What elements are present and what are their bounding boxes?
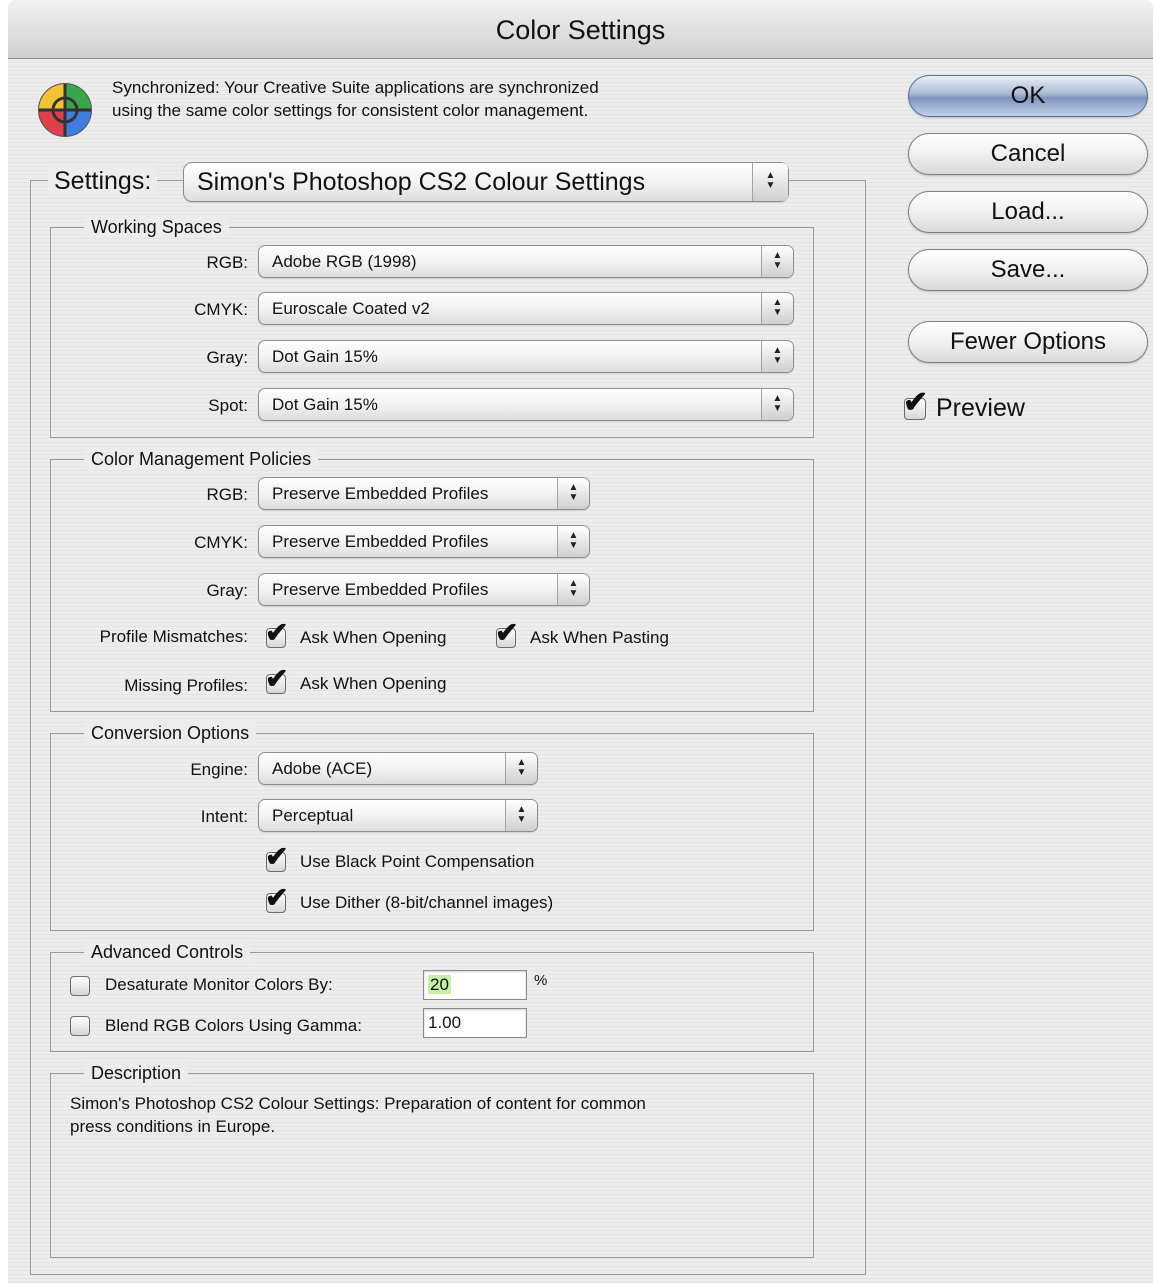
checkmark-icon: ✔ bbox=[903, 386, 929, 419]
policy-cmyk-value: Preserve Embedded Profiles bbox=[272, 532, 489, 551]
ask-when-pasting-label: Ask When Pasting bbox=[530, 628, 669, 647]
blend-gamma-input[interactable]: 1.00 bbox=[423, 1008, 527, 1038]
arrow-down-icon: ▼ bbox=[765, 180, 776, 191]
desaturate-label: Desaturate Monitor Colors By: bbox=[105, 975, 333, 994]
percent-unit: % bbox=[534, 972, 548, 989]
popup-arrows-icon: ▲ ▼ bbox=[505, 800, 537, 831]
black-point-label: Use Black Point Compensation bbox=[300, 852, 535, 871]
fewer-options-button[interactable]: Fewer Options bbox=[908, 321, 1148, 363]
policy-gray-value: Preserve Embedded Profiles bbox=[272, 580, 489, 599]
arrow-down-icon: ▼ bbox=[772, 355, 783, 366]
blend-gamma-checkbox[interactable] bbox=[70, 1016, 90, 1036]
load-button[interactable]: Load... bbox=[908, 191, 1148, 233]
color-wheel-icon bbox=[38, 83, 92, 137]
ask-when-opening-checkbox[interactable]: ✔ bbox=[265, 617, 288, 648]
description-legend: Description bbox=[84, 1062, 189, 1084]
settings-value: Simon's Photoshop CS2 Colour Settings bbox=[197, 168, 646, 196]
popup-arrows-icon: ▲ ▼ bbox=[505, 753, 537, 784]
window-title: Color Settings bbox=[8, 0, 1153, 59]
ws-rgb-label: RGB: bbox=[206, 253, 248, 272]
ask-when-pasting-checkbox[interactable]: ✔ bbox=[495, 617, 518, 648]
engine-popup[interactable]: Adobe (ACE) ▲ ▼ bbox=[258, 752, 538, 785]
popup-arrows-icon: ▲ ▼ bbox=[557, 574, 589, 605]
engine-label: Engine: bbox=[190, 760, 248, 779]
checkmark-icon: ✔ bbox=[265, 617, 289, 648]
arrow-down-icon: ▼ bbox=[772, 260, 783, 271]
intent-popup[interactable]: Perceptual ▲ ▼ bbox=[258, 799, 538, 832]
intent-label: Intent: bbox=[200, 807, 248, 826]
intent-value: Perceptual bbox=[272, 806, 354, 825]
conversion-legend: Conversion Options bbox=[84, 722, 257, 744]
checkmark-icon: ✔ bbox=[265, 663, 289, 694]
ws-spot-label: Spot: bbox=[208, 396, 248, 415]
desaturate-value: 20 bbox=[428, 975, 451, 994]
description-line1: Simon's Photoshop CS2 Colour Settings: P… bbox=[70, 1094, 646, 1113]
popup-arrows-icon: ▲ ▼ bbox=[761, 341, 793, 372]
arrow-down-icon: ▼ bbox=[568, 492, 579, 503]
missing-ask-when-opening-label: Ask When Opening bbox=[300, 674, 447, 693]
policy-rgb-label: RGB: bbox=[206, 485, 248, 504]
ws-gray-value: Dot Gain 15% bbox=[272, 347, 378, 366]
sync-message-line1: Synchronized: Your Creative Suite applic… bbox=[112, 78, 599, 97]
popup-arrows-icon: ▲ ▼ bbox=[557, 526, 589, 557]
dither-checkbox[interactable]: ✔ bbox=[265, 882, 288, 913]
ws-cmyk-value: Euroscale Coated v2 bbox=[272, 299, 430, 318]
policies-legend: Color Management Policies bbox=[84, 448, 319, 470]
sync-message: Synchronized: Your Creative Suite applic… bbox=[112, 76, 762, 122]
popup-arrows-icon: ▲ ▼ bbox=[761, 246, 793, 277]
engine-value: Adobe (ACE) bbox=[272, 759, 373, 778]
working-spaces-legend: Working Spaces bbox=[84, 216, 229, 238]
popup-arrows-icon: ▲ ▼ bbox=[761, 389, 793, 420]
desaturate-input[interactable]: 20 bbox=[423, 970, 527, 1000]
black-point-checkbox[interactable]: ✔ bbox=[265, 841, 288, 872]
preview-label: Preview bbox=[936, 394, 1025, 422]
ws-rgb-value: Adobe RGB (1998) bbox=[272, 252, 417, 271]
policy-cmyk-label: CMYK: bbox=[194, 533, 248, 552]
policy-gray-label: Gray: bbox=[206, 581, 248, 600]
arrow-down-icon: ▼ bbox=[516, 767, 527, 778]
arrow-down-icon: ▼ bbox=[772, 307, 783, 318]
policy-rgb-value: Preserve Embedded Profiles bbox=[272, 484, 489, 503]
ws-cmyk-popup[interactable]: Euroscale Coated v2 ▲ ▼ bbox=[258, 292, 794, 325]
settings-popup[interactable]: Simon's Photoshop CS2 Colour Settings ▲ ▼ bbox=[183, 162, 789, 202]
ws-gray-popup[interactable]: Dot Gain 15% ▲ ▼ bbox=[258, 340, 794, 373]
arrow-down-icon: ▼ bbox=[772, 403, 783, 414]
save-button[interactable]: Save... bbox=[908, 249, 1148, 291]
profile-mismatches-label: Profile Mismatches: bbox=[99, 627, 248, 646]
blend-gamma-label: Blend RGB Colors Using Gamma: bbox=[105, 1016, 362, 1035]
settings-label: Settings: bbox=[48, 165, 158, 197]
advanced-legend: Advanced Controls bbox=[84, 941, 251, 963]
ask-when-opening-label: Ask When Opening bbox=[300, 628, 447, 647]
checkmark-icon: ✔ bbox=[265, 882, 289, 913]
cancel-button[interactable]: Cancel bbox=[908, 133, 1148, 175]
description-text: Simon's Photoshop CS2 Colour Settings: P… bbox=[70, 1092, 646, 1138]
policy-cmyk-popup[interactable]: Preserve Embedded Profiles ▲ ▼ bbox=[258, 525, 590, 558]
arrow-down-icon: ▼ bbox=[516, 814, 527, 825]
preview-checkbox[interactable]: ✔ bbox=[903, 387, 928, 420]
popup-arrows-icon: ▲ ▼ bbox=[557, 478, 589, 509]
missing-profiles-label: Missing Profiles: bbox=[124, 676, 248, 695]
arrow-down-icon: ▼ bbox=[568, 540, 579, 551]
missing-ask-when-opening-checkbox[interactable]: ✔ bbox=[265, 663, 288, 694]
ws-spot-value: Dot Gain 15% bbox=[272, 395, 378, 414]
popup-arrows-icon: ▲ ▼ bbox=[752, 163, 788, 201]
ws-rgb-popup[interactable]: Adobe RGB (1998) ▲ ▼ bbox=[258, 245, 794, 278]
blend-gamma-value: 1.00 bbox=[428, 1013, 462, 1032]
checkmark-icon: ✔ bbox=[265, 841, 289, 872]
desaturate-checkbox[interactable] bbox=[70, 976, 90, 996]
description-line2: press conditions in Europe. bbox=[70, 1117, 276, 1136]
color-settings-window: Color Settings Synchronized: Your Creati… bbox=[8, 0, 1153, 1283]
popup-arrows-icon: ▲ ▼ bbox=[761, 293, 793, 324]
arrow-down-icon: ▼ bbox=[568, 588, 579, 599]
policy-rgb-popup[interactable]: Preserve Embedded Profiles ▲ ▼ bbox=[258, 477, 590, 510]
checkmark-icon: ✔ bbox=[495, 617, 519, 648]
ok-button[interactable]: OK bbox=[908, 75, 1148, 117]
dither-label: Use Dither (8-bit/channel images) bbox=[300, 893, 554, 912]
ws-gray-label: Gray: bbox=[206, 348, 248, 367]
policy-gray-popup[interactable]: Preserve Embedded Profiles ▲ ▼ bbox=[258, 573, 590, 606]
ws-spot-popup[interactable]: Dot Gain 15% ▲ ▼ bbox=[258, 388, 794, 421]
ws-cmyk-label: CMYK: bbox=[194, 300, 248, 319]
sync-message-line2: using the same color settings for consis… bbox=[112, 101, 589, 120]
